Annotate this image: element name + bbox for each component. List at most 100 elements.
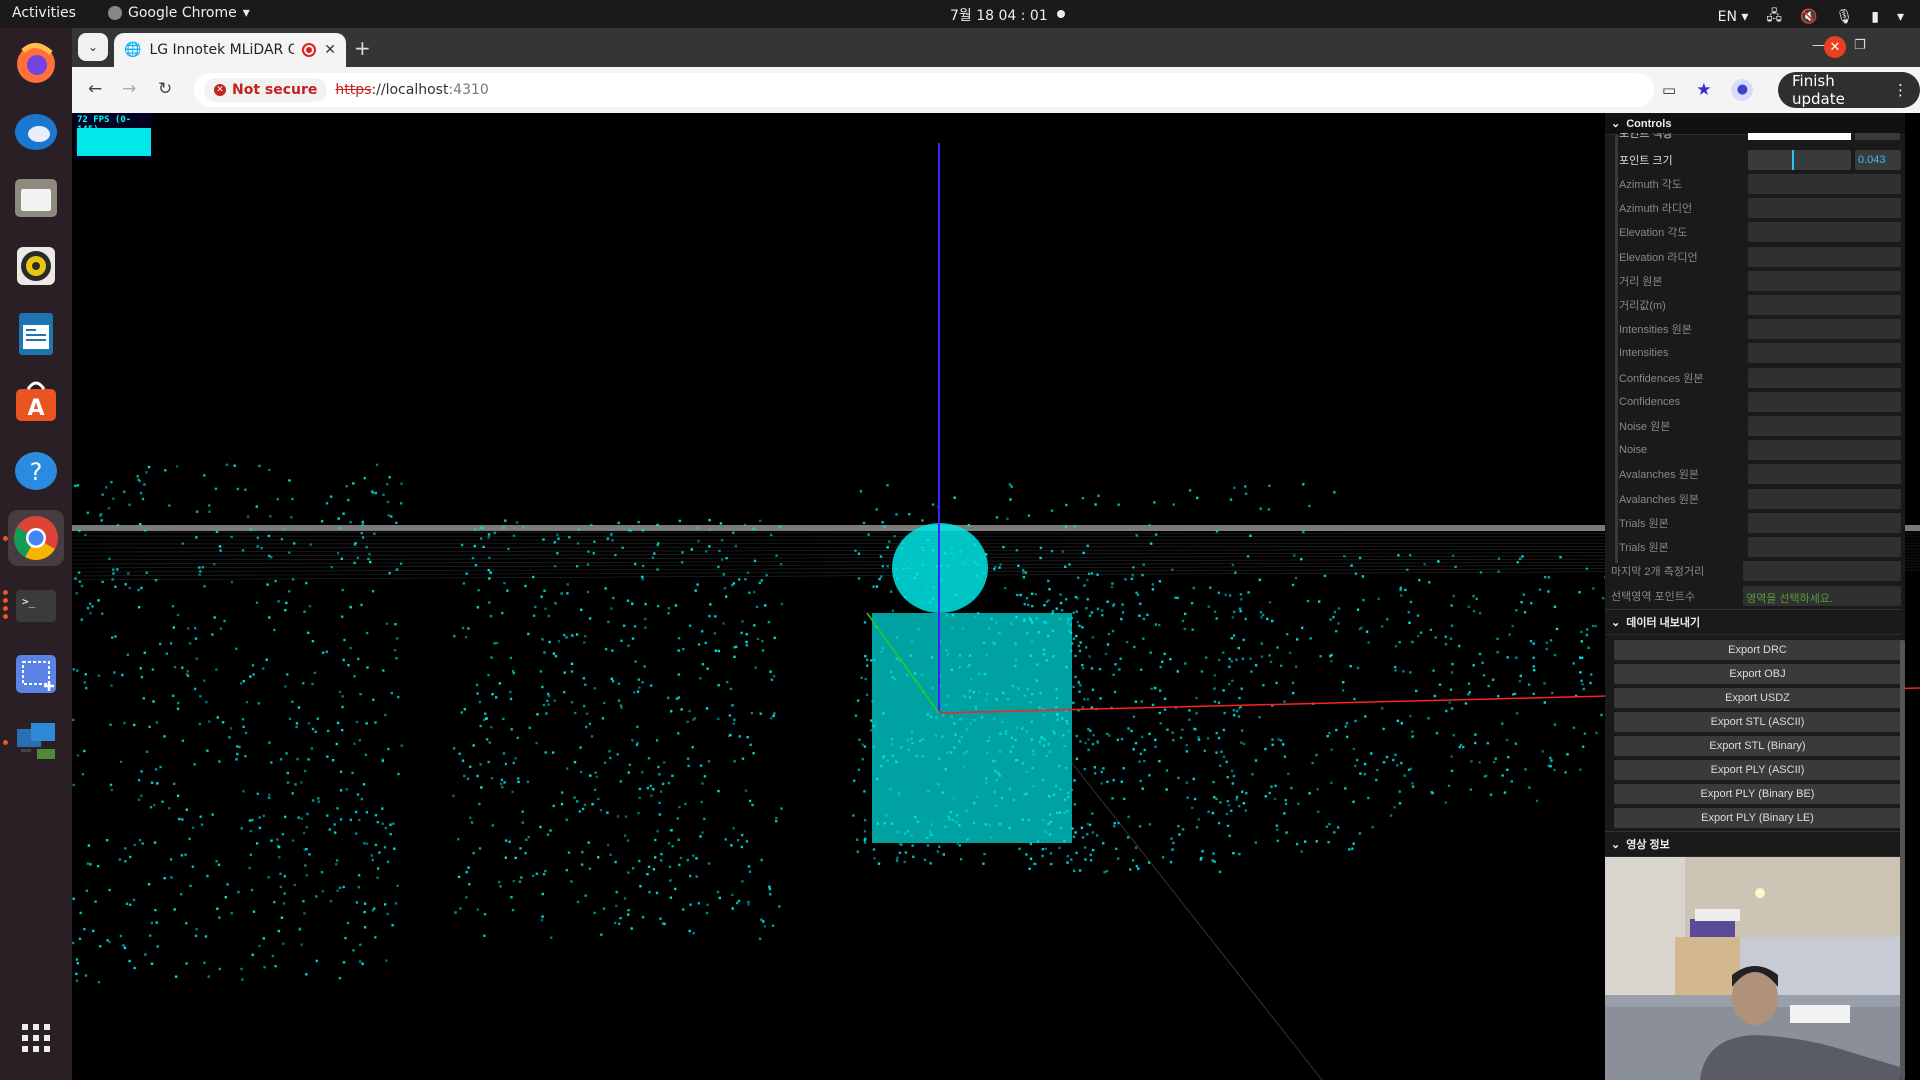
control-value-field[interactable] xyxy=(1748,440,1901,461)
export-button[interactable]: Export DRC xyxy=(1614,640,1901,660)
browser-tab-active[interactable]: 🌐 LG Innotek MLiDAR O ✕ xyxy=(114,33,346,67)
close-window-button[interactable]: ✕ xyxy=(1824,36,1846,58)
dock-files[interactable] xyxy=(8,170,64,226)
dock-firefox[interactable] xyxy=(8,34,64,90)
export-button[interactable]: Export PLY (ASCII) xyxy=(1614,760,1901,780)
profile-avatar[interactable]: ● xyxy=(1731,79,1754,101)
dock-writer[interactable] xyxy=(8,306,64,362)
point-size-value[interactable]: 0.043 xyxy=(1855,150,1901,170)
reload-button[interactable]: ↻ xyxy=(158,79,172,99)
url-text[interactable]: https://localhost:4310 xyxy=(335,82,488,98)
point-color-swatch[interactable] xyxy=(1748,133,1851,140)
ceiling-light xyxy=(1755,888,1765,898)
point xyxy=(184,853,187,856)
finish-update-button[interactable]: Finish update ⋮ xyxy=(1778,72,1920,108)
point xyxy=(1244,809,1247,812)
control-value-field[interactable] xyxy=(1748,488,1901,509)
dock-help[interactable]: ? xyxy=(8,442,64,498)
point xyxy=(396,568,399,571)
control-value-field[interactable] xyxy=(1748,512,1901,533)
control-value-field[interactable] xyxy=(1748,198,1901,219)
video-folder-header[interactable]: ⌄ 영상 정보 xyxy=(1605,831,1901,857)
control-value-field[interactable] xyxy=(1748,367,1901,388)
dock-thunderbird[interactable] xyxy=(8,102,64,158)
dock-ubuntu-software[interactable]: A xyxy=(8,374,64,430)
control-value-field[interactable] xyxy=(1748,343,1901,364)
point xyxy=(78,937,82,940)
fps-graph xyxy=(77,128,151,156)
show-applications-button[interactable] xyxy=(8,1010,64,1066)
input-language[interactable]: EN ▾ xyxy=(1718,9,1749,25)
control-value-field[interactable] xyxy=(1748,295,1901,315)
point xyxy=(274,964,277,968)
panel-scrollbar[interactable] xyxy=(1900,640,1905,1080)
point xyxy=(667,612,670,615)
address-bar[interactable]: ✕ Not secure https://localhost:4310 xyxy=(194,73,1654,107)
point xyxy=(610,533,613,536)
point xyxy=(1275,824,1279,827)
point xyxy=(185,673,189,676)
security-chip[interactable]: ✕ Not secure xyxy=(204,78,328,102)
new-tab-button[interactable]: + xyxy=(354,36,371,60)
control-value-field[interactable] xyxy=(1748,222,1901,243)
point xyxy=(1017,564,1020,567)
system-tray[interactable]: EN ▾ 🖧 🔇 🎙 ▮ ▾ xyxy=(1718,5,1904,29)
export-folder-header[interactable]: ⌄ 데이터 내보내기 xyxy=(1605,609,1901,635)
point xyxy=(128,586,131,590)
point xyxy=(203,679,206,682)
point-size-slider[interactable] xyxy=(1748,150,1851,170)
export-button[interactable]: Export PLY (Binary BE) xyxy=(1614,784,1901,804)
app-menu[interactable]: Google Chrome ▾ xyxy=(108,5,250,21)
point xyxy=(716,890,720,894)
point xyxy=(339,789,343,792)
export-button[interactable]: Export PLY (Binary LE) xyxy=(1614,808,1901,828)
point xyxy=(317,800,320,803)
point xyxy=(669,829,672,832)
point xyxy=(1159,722,1162,725)
point xyxy=(779,563,783,566)
export-button[interactable]: Export STL (ASCII) xyxy=(1614,712,1901,732)
dock-terminal[interactable]: >_ xyxy=(8,578,64,634)
point xyxy=(1212,780,1215,784)
fps-stats-panel[interactable]: 72 FPS (0-145) xyxy=(74,113,152,161)
point xyxy=(137,798,141,801)
point xyxy=(89,863,92,866)
control-value-field[interactable] xyxy=(1748,464,1901,485)
control-value-field[interactable] xyxy=(1748,416,1901,436)
forward-button[interactable]: → xyxy=(122,79,136,99)
point xyxy=(362,783,366,786)
point-color-input[interactable] xyxy=(1855,133,1900,140)
control-value-field[interactable] xyxy=(1748,537,1901,557)
clock[interactable]: 7월 18 04 : 01 xyxy=(950,5,1048,25)
export-button[interactable]: Export USDZ xyxy=(1614,688,1901,708)
point xyxy=(1176,596,1179,600)
tab-search-button[interactable]: ⌄ xyxy=(78,33,108,61)
control-value-field[interactable] xyxy=(1748,174,1901,194)
control-value-field[interactable] xyxy=(1748,246,1901,267)
export-button[interactable]: Export OBJ xyxy=(1614,664,1901,684)
dock-screenshot[interactable] xyxy=(8,646,64,702)
point xyxy=(1232,774,1236,778)
restore-button[interactable]: ❐ xyxy=(1854,38,1866,53)
point xyxy=(748,870,752,873)
export-button[interactable]: Export STL (Binary) xyxy=(1614,736,1901,756)
controls-folder-header[interactable]: ⌄ Controls xyxy=(1605,113,1905,135)
camera-in-use-icon[interactable]: ▭ xyxy=(1662,81,1676,99)
dock-rhythmbox[interactable] xyxy=(8,238,64,294)
point xyxy=(1311,761,1314,765)
control-value-field[interactable] xyxy=(1748,391,1901,412)
activities-button[interactable]: Activities xyxy=(12,5,76,21)
point xyxy=(1264,795,1267,798)
point xyxy=(1254,664,1258,667)
tab-close-button[interactable]: ✕ xyxy=(324,42,336,58)
bookmark-star-icon[interactable]: ★ xyxy=(1696,80,1711,100)
point xyxy=(242,679,245,683)
control-value-field[interactable] xyxy=(1748,319,1901,340)
point xyxy=(83,681,86,684)
point xyxy=(123,946,127,950)
dock-chrome[interactable] xyxy=(8,510,64,566)
control-value-field[interactable] xyxy=(1748,270,1901,291)
dock-remote-desktop[interactable] xyxy=(8,714,64,770)
back-button[interactable]: ← xyxy=(88,79,102,99)
slider-handle[interactable] xyxy=(1792,150,1795,170)
